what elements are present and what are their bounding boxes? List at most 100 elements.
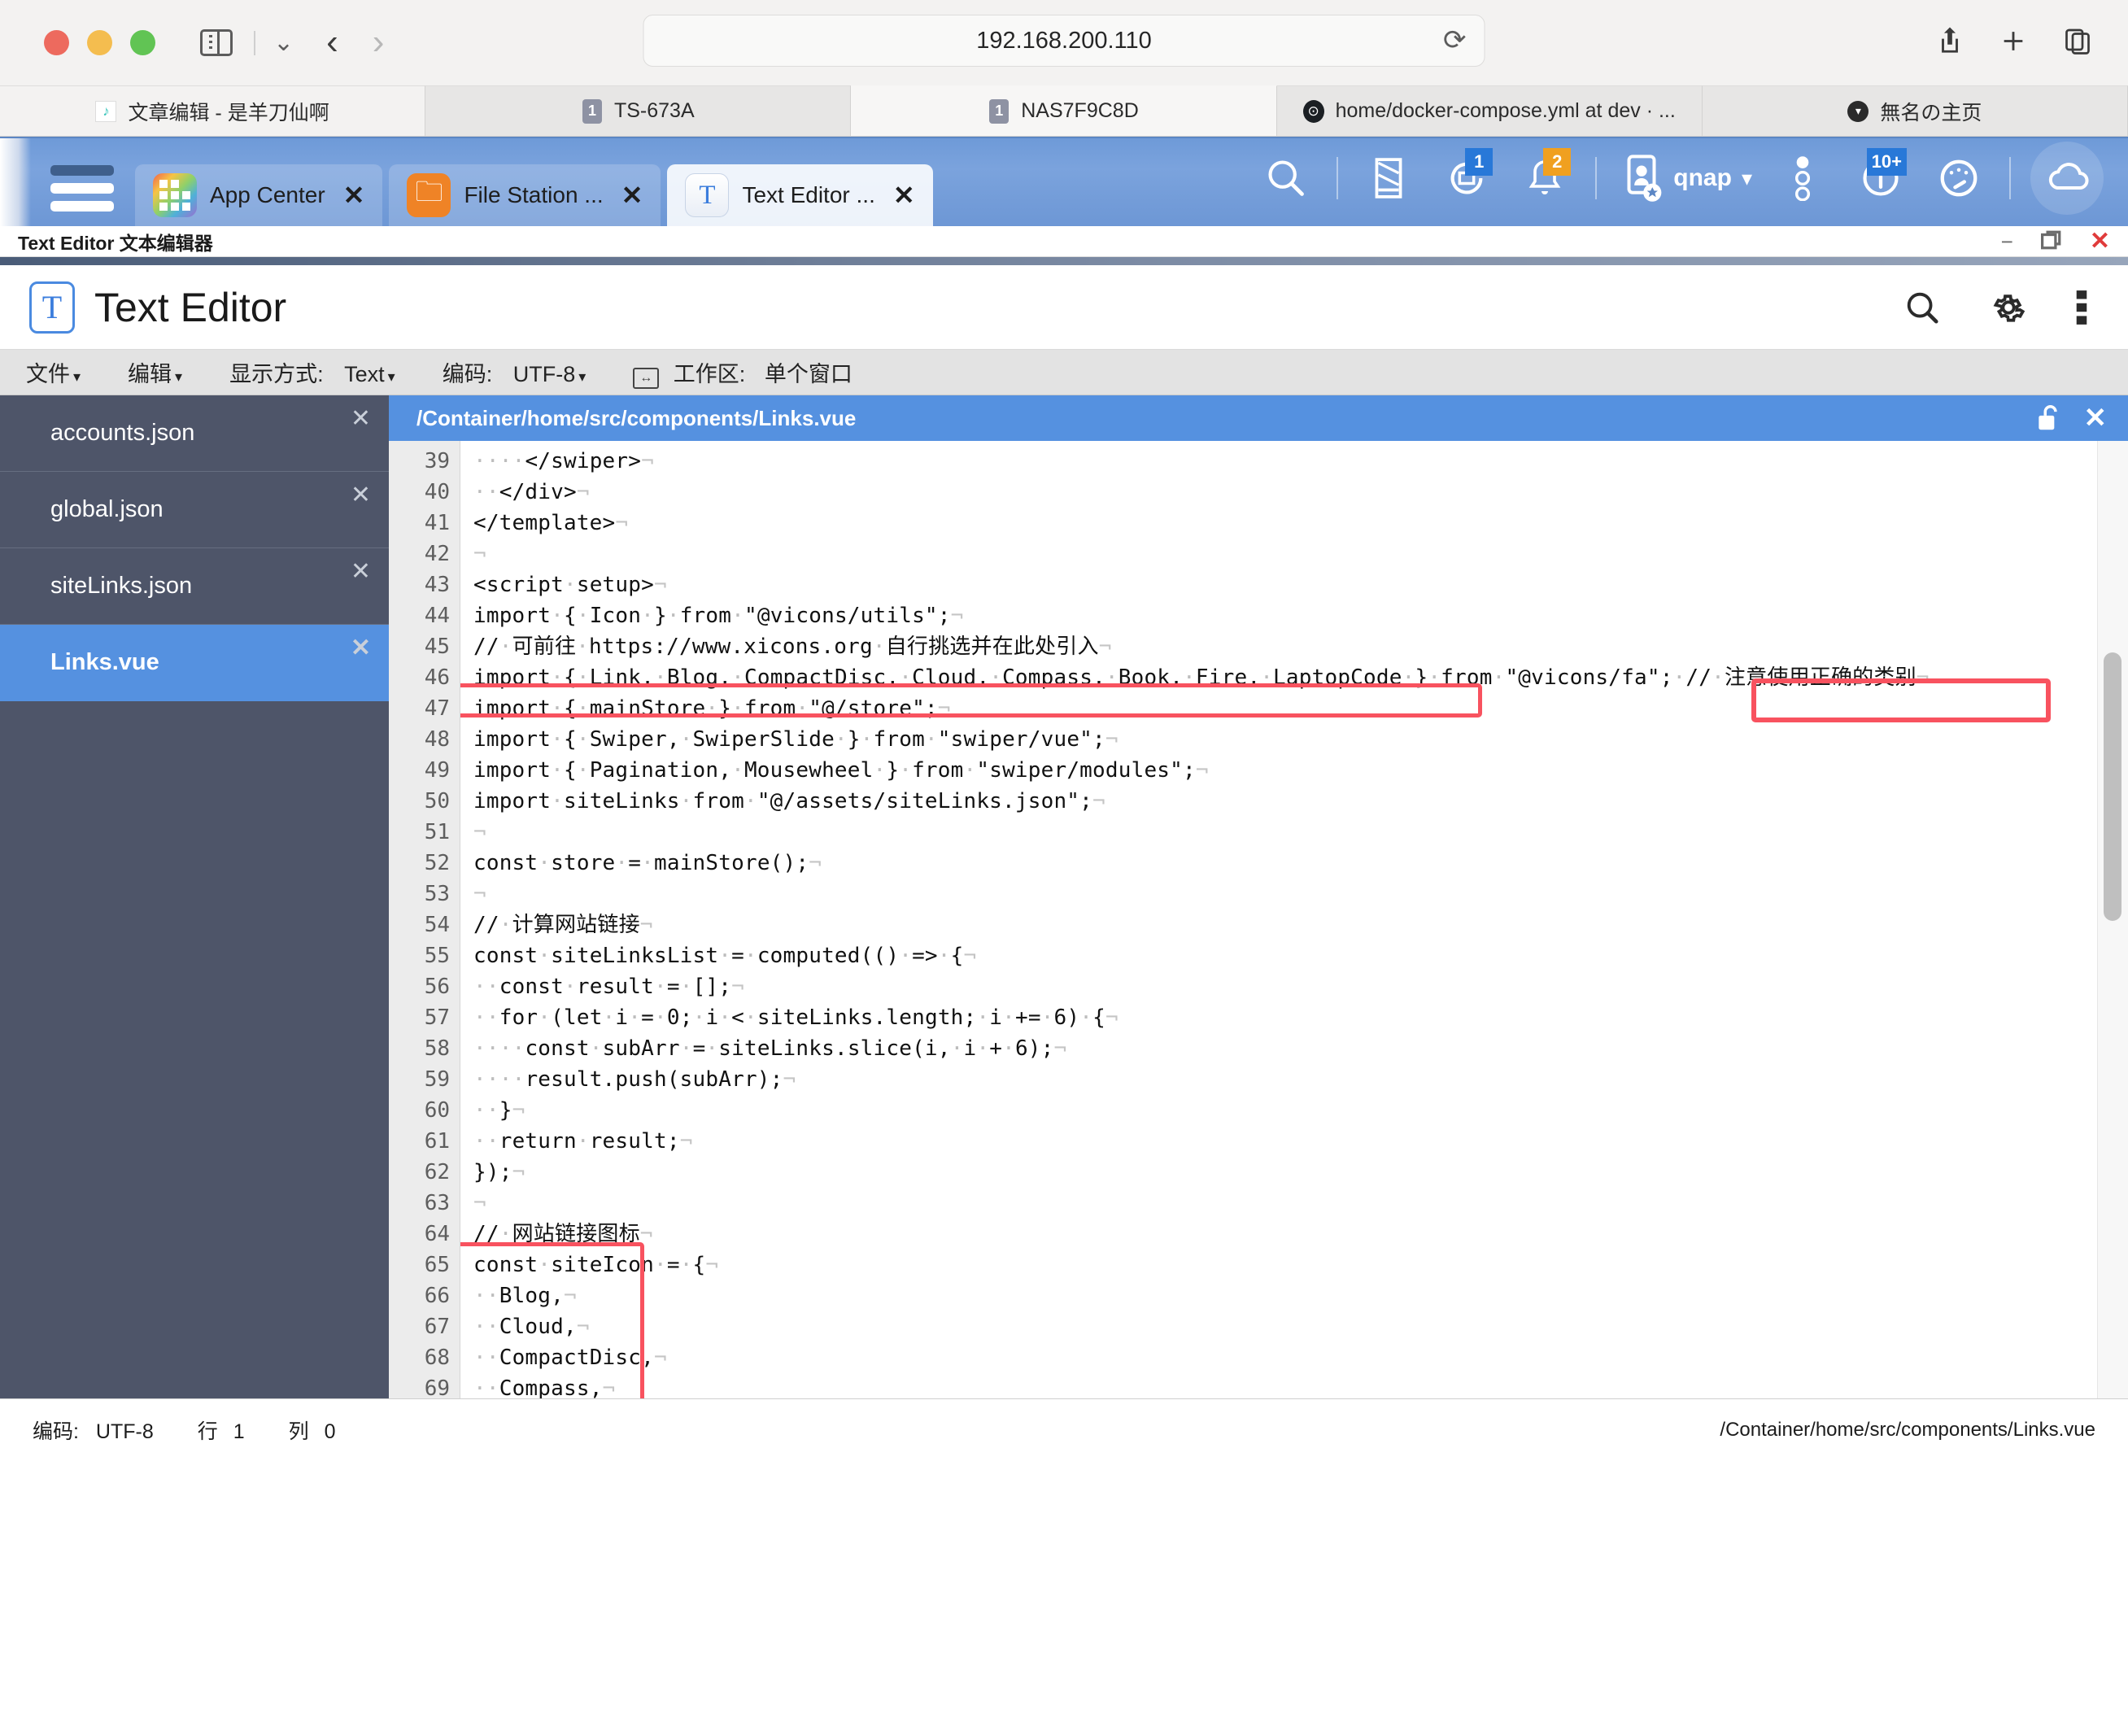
menu-edit[interactable]: 编辑 ▾ [128,356,182,388]
address-bar[interactable]: 192.168.200.110 ⟳ [643,15,1485,67]
code-line[interactable]: import·{·Link,·Blog,·CompactDisc,·Cloud,… [473,662,2128,693]
code-line[interactable]: import·siteLinks·from·"@/assets/siteLink… [473,786,2128,817]
status-col-value: 0 [324,1420,336,1443]
search-icon[interactable] [1903,289,1941,326]
code-line[interactable]: import·{·Swiper,·SwiperSlide·}·from·"swi… [473,724,2128,755]
code-line[interactable]: ··Blog,¬ [473,1280,2128,1311]
code-line[interactable]: import·{·Pagination,·Mousewheel·}·from·"… [473,755,2128,786]
more-vertical-icon[interactable] [2076,289,2087,326]
code-line[interactable]: const·siteLinksList·=·computed(()·=>·{¬ [473,940,2128,971]
line-number: 65 [424,1253,450,1277]
close-window-button[interactable] [44,30,69,55]
hamburger-menu-icon[interactable] [50,165,114,212]
chevron-down-icon[interactable]: ▾ [1742,166,1752,191]
dashboard-icon[interactable] [1920,146,1998,210]
code-line[interactable]: ¬ [473,879,2128,909]
gear-icon[interactable] [1990,289,2027,326]
code-line[interactable]: import·{·mainStore·}·from·"@/store";¬ [473,693,2128,724]
maximize-window-button[interactable] [130,30,155,55]
code-line[interactable]: //·网站链接图标¬ [473,1219,2128,1250]
qnap-tab-file-station[interactable]: 🗀 File Station ... ✕ [389,164,661,226]
close-icon[interactable]: ✕ [351,560,371,584]
back-arrow-icon[interactable]: ‹ [326,24,338,60]
code-line[interactable]: ··</div>¬ [473,477,2128,508]
code-line[interactable]: ··Cloud,¬ [473,1311,2128,1342]
file-list-item-label: Links.vue [50,649,159,675]
close-icon[interactable]: ✕ [2084,402,2108,434]
encoding-selector[interactable]: 编码: UTF-8 ▾ [443,356,587,388]
minimize-window-button[interactable] [87,30,112,55]
code-line[interactable]: ¬ [473,817,2128,848]
code-line[interactable]: ··const·result·=·[];¬ [473,971,2128,1002]
restore-button[interactable] [2040,229,2062,254]
backup-icon[interactable]: 1 [1428,146,1506,210]
code-line[interactable]: ····const·subArr·=·siteLinks.slice(i,·i·… [473,1033,2128,1064]
workspace-selector[interactable]: ↔ 工作区: 单个窗口 [633,356,853,389]
file-list-item-siteLinks-json[interactable]: siteLinks.json ✕ [0,548,389,625]
code-line[interactable]: ··Compass,¬ [473,1373,2128,1398]
close-icon[interactable]: ✕ [343,180,365,211]
search-icon[interactable] [1247,146,1325,210]
cloud-icon[interactable] [2030,142,2104,215]
close-icon[interactable]: ✕ [351,483,371,508]
line-number: 45 [424,635,450,659]
tab-overview-icon[interactable] [2063,26,2092,59]
display-mode-selector[interactable]: 显示方式: Text ▾ [229,356,395,388]
code-line[interactable]: const·siteIcon·=·{¬ [473,1250,2128,1280]
editor-scrollbar-thumb[interactable] [2104,652,2121,921]
code-line[interactable]: ··return·result;¬ [473,1126,2128,1157]
code-line[interactable]: ····</swiper>¬ [473,446,2128,477]
more-vertical-icon[interactable] [1764,146,1842,210]
user-menu[interactable]: qnap ▾ [1608,146,1764,210]
browser-tab-4[interactable]: ▾ 無名の主页 [1702,85,2128,136]
code-line[interactable]: <script·setup>¬ [473,569,2128,600]
app-menubar: 文件 ▾ 编辑 ▾ 显示方式: Text ▾ 编码: UTF-8 ▾ ↔ 工作区: 单个… [0,350,2128,395]
sidebar-toggle-icon[interactable] [200,29,233,56]
code-line[interactable]: //·可前往·https://www.xicons.org·自行挑选并在此处引入… [473,631,2128,662]
file-list-item-accounts-json[interactable]: accounts.json ✕ [0,395,389,472]
line-number: 64 [424,1222,450,1246]
bell-icon[interactable]: 2 [1506,146,1584,210]
qnap-tab-text-editor[interactable]: T Text Editor ... ✕ [667,164,933,226]
code-line[interactable]: ··CompactDisc,¬ [473,1342,2128,1373]
code-line[interactable]: ··for·(let·i·=·0;·i·<·siteLinks.length;·… [473,1002,2128,1033]
qnap-tab-label: File Station ... [464,182,604,207]
close-button[interactable]: ✕ [2090,229,2110,254]
minimize-button[interactable]: − [2001,231,2013,252]
code-line[interactable]: ¬ [473,539,2128,569]
code-line[interactable]: import·{·Icon·}·from·"@vicons/utils";¬ [473,600,2128,631]
code-line[interactable]: ··}¬ [473,1095,2128,1126]
code-line[interactable]: ····result.push(subArr);¬ [473,1064,2128,1095]
code-editor[interactable]: 39 40 41 42 43 44 45 46 47 48 49 50 51 52 53 54 55 56 57 58… [389,441,2128,1398]
app-header: T Text Editor [0,265,2128,350]
browser-tab-1[interactable]: 1 TS-673A [425,85,852,136]
new-tab-icon[interactable] [1999,27,2027,59]
browser-tab-3[interactable]: ⊙ home/docker-compose.yml at dev · ... [1276,85,1703,136]
close-icon[interactable]: ✕ [621,180,643,211]
close-icon[interactable]: ✕ [351,407,371,431]
qnap-tab-app-center[interactable]: App Center ✕ [135,164,383,226]
browser-tab-2[interactable]: 1 NAS7F9C8D [851,85,1277,136]
chevron-down-icon[interactable]: ⌄ [254,30,294,55]
code-lines[interactable]: ····</swiper>¬ ··</div>¬ </template>¬ ¬ <scr… [460,441,2128,1398]
close-icon[interactable]: ✕ [893,180,915,211]
unlocked-icon[interactable] [2035,403,2063,434]
code-line[interactable]: </template>¬ [473,508,2128,539]
file-path-label: /Container/home/src/components/Links.vue [416,405,857,430]
code-line[interactable]: });¬ [473,1157,2128,1188]
browser-tab-0[interactable]: ♪ 文章编辑 - 是羊刀仙啊 [0,85,426,136]
code-line[interactable]: ¬ [473,1188,2128,1219]
close-icon[interactable]: ✕ [351,636,371,661]
divider [2009,157,2011,199]
forward-arrow-icon[interactable]: › [373,24,385,60]
reload-icon[interactable]: ⟳ [1443,27,1467,55]
file-list-item-label: accounts.json [50,420,195,446]
code-line[interactable]: const·store·=·mainStore();¬ [473,848,2128,879]
share-icon[interactable] [1936,24,1964,61]
file-list-item-Links-vue[interactable]: Links.vue ✕ [0,625,389,701]
storage-icon[interactable] [1350,146,1428,210]
file-list-item-global-json[interactable]: global.json ✕ [0,472,389,548]
menu-file[interactable]: 文件 ▾ [26,356,81,388]
info-icon[interactable]: 10+ [1842,146,1920,210]
code-line[interactable]: //·计算网站链接¬ [473,909,2128,940]
